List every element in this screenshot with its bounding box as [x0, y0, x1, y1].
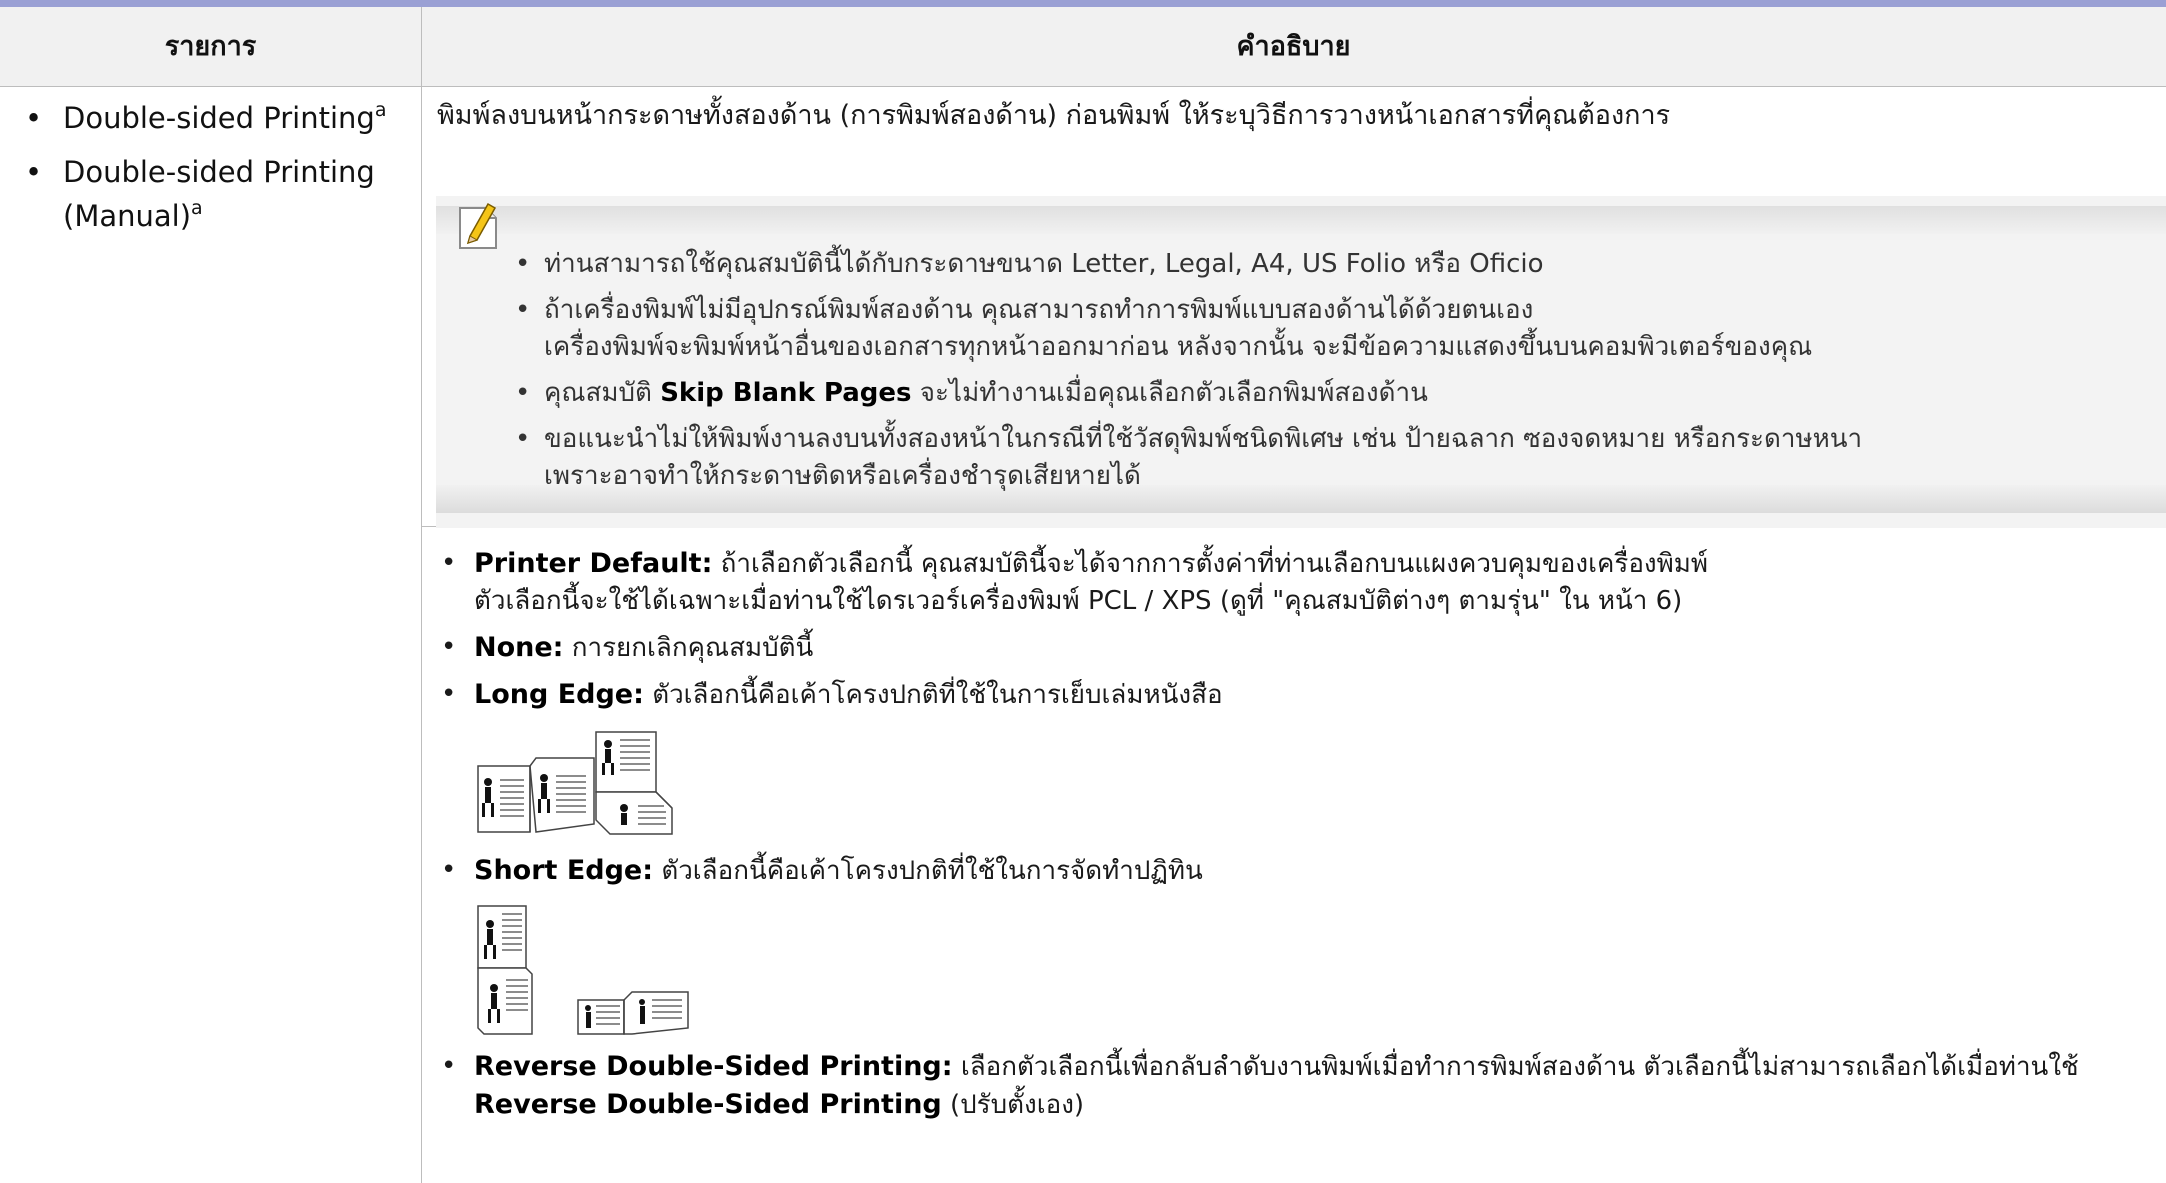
note-text: ถ้าเครื่องพิมพ์ไม่มีอุปกรณ์พิมพ์สองด้าน … — [544, 295, 1534, 325]
long-edge-binding-icon — [477, 731, 673, 835]
list-item: • Double-sided Printinga — [25, 99, 387, 136]
item-list: • Double-sided Printinga • Double-sided … — [20, 96, 410, 248]
option-text: ตัวเลือกนี้คือเค้าโครงปกติที่ใช้ในการจัด… — [661, 856, 1203, 886]
option-name-repeat: Reverse Double-Sided Printing — [474, 1089, 942, 1120]
option-printer-default: • Printer Default: ถ้าเลือกตัวเลือกนี้ ค… — [437, 545, 2157, 620]
header-items: รายการ — [164, 31, 257, 62]
note-pencil-icon — [459, 202, 497, 249]
short-edge-binding-icon — [477, 905, 689, 1035]
description-lead: พิมพ์ลงบนหน้ากระดาษทั้งสองด้าน (การพิมพ์… — [437, 100, 1671, 131]
header-description: คำอธิบาย — [1236, 31, 1351, 62]
note-list: • ท่านสามารถใช้คุณสมบัตินี้ได้กับกระดาษข… — [511, 246, 2161, 504]
option-text: ถ้าเลือกตัวเลือกนี้ คุณสมบัตินี้จะได้จาก… — [720, 549, 1709, 579]
option-name: None: — [474, 632, 564, 663]
option-text: เลือกตัวเลือกนี้เพื่อกลับลำดับงานพิมพ์เม… — [960, 1052, 2079, 1082]
option-reverse: • Reverse Double-Sided Printing: เลือกตั… — [441, 1051, 2079, 1120]
option-text: การยกเลิกคุณสมบัตินี้ — [571, 633, 814, 663]
note-emphasis: Skip Blank Pages — [660, 378, 912, 408]
column-divider — [421, 7, 422, 1183]
note-text: เครื่องพิมพ์จะพิมพ์หน้าอื่นของเอกสารทุกห… — [544, 332, 1813, 362]
long-edge-illustration — [474, 728, 2157, 840]
item-label: Double-sided Printing — [63, 155, 375, 189]
note-item: • คุณสมบัติ Skip Blank Pages จะไม่ทำงานเ… — [515, 378, 1428, 408]
note-band-top — [436, 206, 2166, 234]
option-text: (ปรับตั้งเอง) — [950, 1090, 1085, 1120]
option-list: • Printer Default: ถ้าเลือกตัวเลือกนี้ ค… — [437, 545, 2157, 1124]
item-label: Double-sided Printing — [63, 101, 375, 135]
table-header: รายการ คำอธิบาย — [0, 7, 2166, 87]
option-text: ตัวเลือกนี้จะใช้ได้เฉพาะเมื่อท่านใช้ไดรเ… — [474, 586, 1683, 616]
footnote-marker: a — [191, 197, 203, 219]
note-text: เพราะอาจทำให้กระดาษติดหรือเครื่องชำรุดเส… — [544, 461, 1141, 491]
note-item: • ถ้าเครื่องพิมพ์ไม่มีอุปกรณ์พิมพ์สองด้า… — [511, 292, 2161, 366]
note-box: • ท่านสามารถใช้คุณสมบัตินี้ได้กับกระดาษข… — [436, 196, 2166, 528]
note-text: ขอแนะนำไม่ให้พิมพ์งานลงบนทั้งสองหน้าในกร… — [544, 424, 1863, 454]
note-text: จะไม่ทำงานเมื่อคุณเลือกตัวเลือกพิมพ์สองด… — [919, 378, 1428, 408]
note-item: • ท่านสามารถใช้คุณสมบัตินี้ได้กับกระดาษข… — [511, 246, 2161, 283]
top-rule — [0, 0, 2166, 7]
note-text: คุณสมบัติ — [544, 378, 652, 408]
item-label-suffix: (Manual) — [63, 199, 192, 233]
short-edge-illustration — [474, 904, 2157, 1038]
note-text: ท่านสามารถใช้คุณสมบัตินี้ได้กับกระดาษขนา… — [544, 249, 1544, 279]
option-name: Long Edge: — [474, 679, 644, 710]
option-long-edge: • Long Edge: ตัวเลือกนี้คือเค้าโครงปกติท… — [441, 679, 1223, 710]
option-none: • None: การยกเลิกคุณสมบัตินี้ — [441, 632, 814, 663]
option-name: Reverse Double-Sided Printing: — [474, 1051, 953, 1082]
note-item: • ขอแนะนำไม่ให้พิมพ์งานลงบนทั้งสองหน้าใน… — [511, 421, 2161, 495]
option-name: Short Edge: — [474, 855, 654, 886]
option-short-edge: • Short Edge: ตัวเลือกนี้คือเค้าโครงปกติ… — [441, 855, 1203, 886]
option-name: Printer Default: — [474, 548, 713, 579]
list-item: • Double-sided Printing (Manual)a — [25, 155, 375, 233]
footnote-marker: a — [374, 99, 387, 121]
option-text: ตัวเลือกนี้คือเค้าโครงปกติที่ใช้ในการเย็… — [652, 680, 1223, 710]
